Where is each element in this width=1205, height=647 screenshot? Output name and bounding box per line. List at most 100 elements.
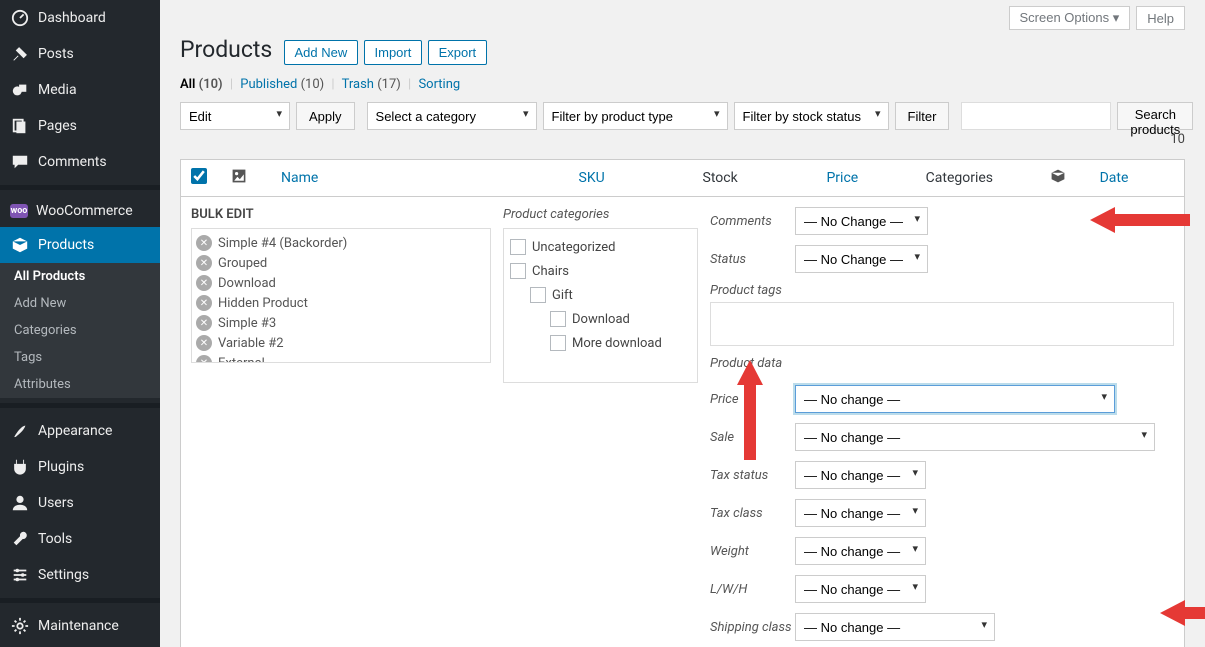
- filter-sorting[interactable]: Sorting: [418, 77, 460, 92]
- wrench-icon: [10, 529, 30, 549]
- price-column-header[interactable]: Price: [826, 170, 925, 186]
- sidebar-item-pages[interactable]: Pages: [0, 108, 160, 144]
- product-categories-label: Product categories: [503, 207, 698, 222]
- sidebar-item-users[interactable]: Users: [0, 485, 160, 521]
- filter-published[interactable]: Published (10): [240, 77, 324, 92]
- image-column-icon: [231, 168, 281, 188]
- products-icon: [10, 235, 30, 255]
- sidebar-item-label: Appearance: [38, 423, 112, 439]
- submenu-tags[interactable]: Tags: [0, 344, 160, 371]
- woocommerce-icon: woo: [10, 204, 28, 218]
- item-count: 10: [1170, 132, 1185, 147]
- filter-all[interactable]: All (10): [180, 77, 223, 92]
- submenu-add-new[interactable]: Add New: [0, 290, 160, 317]
- pin-icon: [10, 44, 30, 64]
- bulk-action-select[interactable]: Edit: [180, 102, 290, 130]
- add-new-button[interactable]: Add New: [284, 40, 359, 65]
- sidebar-item-plugins[interactable]: Plugins: [0, 449, 160, 485]
- stock-column-header: Stock: [703, 170, 827, 186]
- tags-input[interactable]: [710, 302, 1174, 346]
- sku-column-header[interactable]: SKU: [579, 170, 703, 186]
- remove-icon[interactable]: ✕: [196, 295, 212, 311]
- sidebar-item-label: Maintenance: [38, 618, 119, 634]
- pages-icon: [10, 116, 30, 136]
- bulk-product-item: ✕Variable #2: [196, 333, 486, 353]
- sidebar-item-label: Products: [38, 237, 94, 253]
- remove-icon[interactable]: ✕: [196, 355, 212, 363]
- sidebar-item-dashboard[interactable]: Dashboard: [0, 0, 160, 36]
- price-select[interactable]: — No change —: [795, 385, 1115, 413]
- remove-icon[interactable]: ✕: [196, 335, 212, 351]
- bulk-edit-title: BULK EDIT: [191, 207, 491, 222]
- sidebar-item-label: Dashboard: [38, 10, 106, 26]
- remove-icon[interactable]: ✕: [196, 235, 212, 251]
- bulk-product-list[interactable]: ✕Simple #4 (Backorder) ✕Grouped ✕Downloa…: [191, 228, 491, 363]
- category-checkbox[interactable]: [510, 239, 526, 255]
- table-header: Name SKU Stock Price Categories Date: [180, 159, 1185, 197]
- name-column-header[interactable]: Name: [281, 170, 579, 186]
- export-button[interactable]: Export: [428, 40, 488, 65]
- sidebar-item-products[interactable]: Products: [0, 227, 160, 263]
- sidebar-item-settings[interactable]: Settings: [0, 557, 160, 593]
- screen-options-button[interactable]: Screen Options ▾: [1009, 6, 1131, 30]
- sale-select[interactable]: — No change —: [795, 423, 1155, 451]
- search-input[interactable]: [961, 102, 1111, 130]
- product-type-filter-select[interactable]: Filter by product type: [543, 102, 728, 130]
- bulk-product-item: ✕Hidden Product: [196, 293, 486, 313]
- sidebar-item-maintenance[interactable]: Maintenance: [0, 608, 160, 644]
- shipping-select[interactable]: — No change —: [795, 613, 995, 641]
- select-all-checkbox[interactable]: [191, 168, 207, 184]
- bulk-product-item: ✕External: [196, 353, 486, 363]
- admin-sidebar: Dashboard Posts Media Pages Comments woo…: [0, 0, 160, 647]
- filter-trash[interactable]: Trash (17): [342, 77, 401, 92]
- brush-icon: [10, 421, 30, 441]
- sale-label: Sale: [710, 430, 795, 445]
- status-select[interactable]: — No Change —: [795, 245, 928, 273]
- import-button[interactable]: Import: [364, 40, 423, 65]
- category-checkbox[interactable]: [510, 263, 526, 279]
- products-submenu: All Products Add New Categories Tags Att…: [0, 263, 160, 398]
- category-filter-select[interactable]: Select a category: [367, 102, 537, 130]
- main-content: Screen Options ▾ Help Products Add New I…: [160, 0, 1205, 647]
- bulk-product-item: ✕Download: [196, 273, 486, 293]
- filter-button[interactable]: Filter: [895, 102, 950, 130]
- sidebar-item-comments[interactable]: Comments: [0, 144, 160, 180]
- submenu-categories[interactable]: Categories: [0, 317, 160, 344]
- sidebar-item-woocommerce[interactable]: wooWooCommerce: [0, 195, 160, 227]
- comments-select[interactable]: — No Change —: [795, 207, 928, 235]
- sidebar-item-tools[interactable]: Tools: [0, 521, 160, 557]
- bulk-product-item: ✕Grouped: [196, 253, 486, 273]
- search-button[interactable]: Search products: [1117, 102, 1193, 130]
- sliders-icon: [10, 565, 30, 585]
- sidebar-item-label: Comments: [38, 154, 107, 170]
- category-checkbox[interactable]: [550, 311, 566, 327]
- remove-icon[interactable]: ✕: [196, 255, 212, 271]
- sidebar-item-appearance[interactable]: Appearance: [0, 413, 160, 449]
- tax-class-select[interactable]: — No change —: [795, 499, 926, 527]
- submenu-all-products[interactable]: All Products: [0, 263, 160, 290]
- category-checklist[interactable]: Uncategorized Chairs Gift Download More …: [503, 228, 698, 383]
- remove-icon[interactable]: ✕: [196, 315, 212, 331]
- weight-select[interactable]: — No change —: [795, 537, 926, 565]
- sidebar-item-media[interactable]: Media: [0, 72, 160, 108]
- category-checkbox[interactable]: [550, 335, 566, 351]
- sidebar-item-posts[interactable]: Posts: [0, 36, 160, 72]
- stock-filter-select[interactable]: Filter by stock status: [734, 102, 889, 130]
- submenu-attributes[interactable]: Attributes: [0, 371, 160, 398]
- product-data-label: Product data: [710, 356, 1174, 371]
- tax-status-select[interactable]: — No change —: [795, 461, 926, 489]
- lwh-select[interactable]: — No change —: [795, 575, 926, 603]
- tags-label: Product tags: [710, 283, 1174, 298]
- status-label: Status: [710, 252, 795, 267]
- shipping-label: Shipping class: [710, 620, 795, 635]
- featured-column-icon: [1050, 168, 1100, 188]
- help-button[interactable]: Help: [1136, 6, 1185, 30]
- comment-icon: [10, 152, 30, 172]
- remove-icon[interactable]: ✕: [196, 275, 212, 291]
- date-column-header[interactable]: Date: [1100, 170, 1174, 186]
- categories-column-header: Categories: [926, 170, 1050, 186]
- sidebar-item-label: Tools: [38, 531, 72, 547]
- category-checkbox[interactable]: [530, 287, 546, 303]
- apply-button[interactable]: Apply: [296, 102, 355, 130]
- sidebar-item-label: Settings: [38, 567, 89, 583]
